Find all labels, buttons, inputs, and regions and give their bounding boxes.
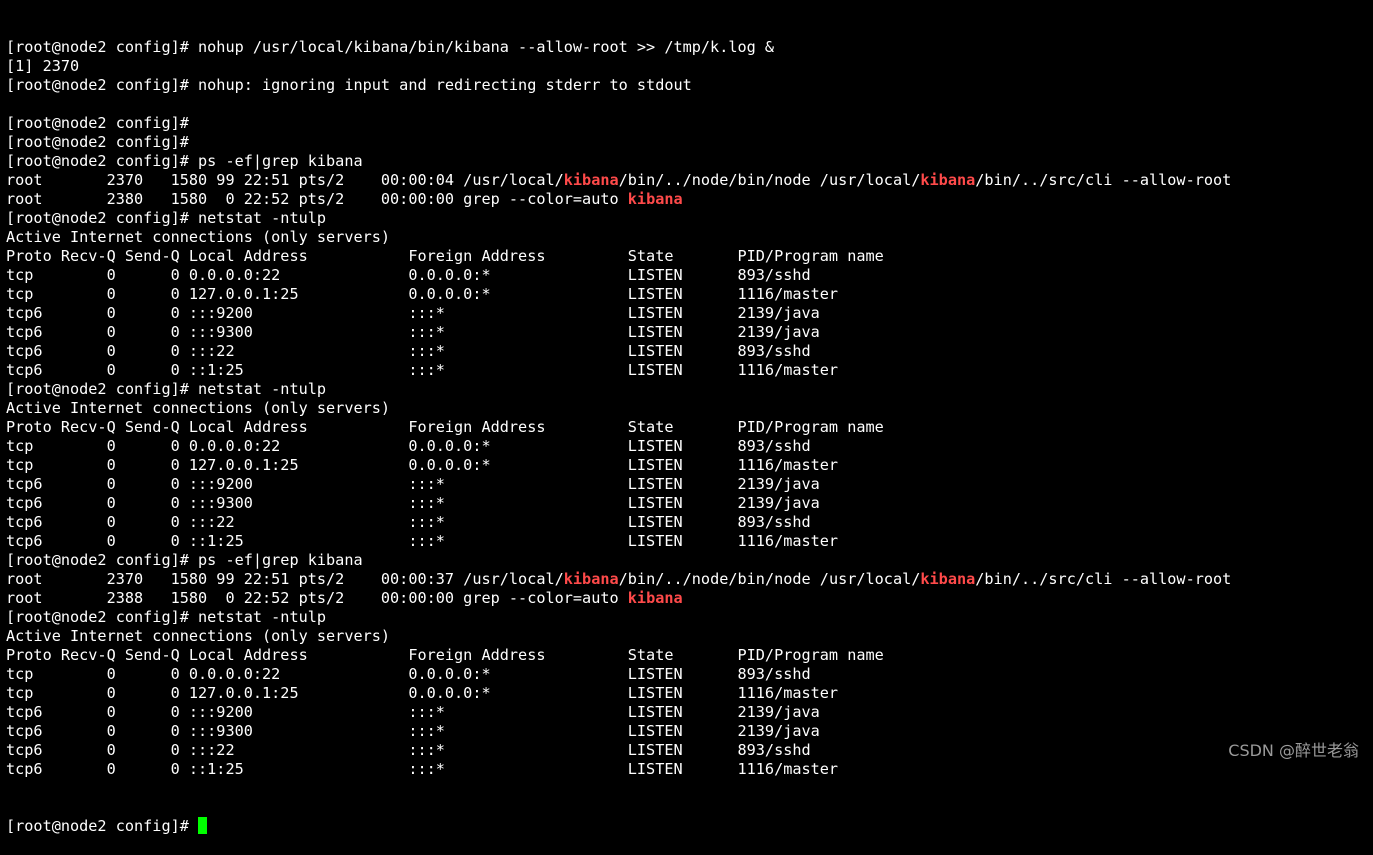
terminal-text: Proto Recv-Q Send-Q Local Address Foreig… [6,247,884,265]
terminal-text: tcp6 0 0 :::9300 :::* LISTEN 2139/java [6,494,820,512]
terminal-line: tcp6 0 0 ::1:25 :::* LISTEN 1116/master [6,532,1373,551]
terminal-line: [root@node2 config]# netstat -ntulp [6,608,1373,627]
terminal-text: Active Internet connections (only server… [6,627,391,645]
terminal-text: tcp6 0 0 :::9200 :::* LISTEN 2139/java [6,703,820,721]
terminal-text: Proto Recv-Q Send-Q Local Address Foreig… [6,418,884,436]
terminal-line: Active Internet connections (only server… [6,228,1373,247]
terminal-line: tcp 0 0 0.0.0.0:22 0.0.0.0:* LISTEN 893/… [6,665,1373,684]
terminal-text: Proto Recv-Q Send-Q Local Address Foreig… [6,646,884,664]
terminal-line: [root@node2 config]# netstat -ntulp [6,209,1373,228]
terminal-line: Active Internet connections (only server… [6,627,1373,646]
terminal-text: /bin/../node/bin/node /usr/local/ [618,570,921,588]
terminal-text: tcp6 0 0 :::22 :::* LISTEN 893/sshd [6,342,811,360]
terminal-line: tcp6 0 0 :::9300 :::* LISTEN 2139/java [6,494,1373,513]
terminal-line: tcp 0 0 127.0.0.1:25 0.0.0.0:* LISTEN 11… [6,285,1373,304]
terminal-line: tcp 0 0 127.0.0.1:25 0.0.0.0:* LISTEN 11… [6,684,1373,703]
terminal-text: tcp6 0 0 :::22 :::* LISTEN 893/sshd [6,741,811,759]
terminal-line: tcp6 0 0 :::22 :::* LISTEN 893/sshd [6,342,1373,361]
terminal-text: [root@node2 config]# [6,133,189,151]
terminal-text: tcp6 0 0 :::9200 :::* LISTEN 2139/java [6,304,820,322]
terminal-line: tcp 0 0 127.0.0.1:25 0.0.0.0:* LISTEN 11… [6,456,1373,475]
terminal-text: [root@node2 config]# netstat -ntulp [6,380,327,398]
terminal-text: Active Internet connections (only server… [6,399,391,417]
terminal-text: root 2388 1580 0 22:52 pts/2 00:00:00 gr… [6,589,628,607]
terminal-line: [1] 2370 [6,57,1373,76]
terminal-line: tcp6 0 0 :::9200 :::* LISTEN 2139/java [6,304,1373,323]
terminal-line: tcp6 0 0 :::9200 :::* LISTEN 2139/java [6,475,1373,494]
terminal-line: root 2370 1580 99 22:51 pts/2 00:00:04 /… [6,171,1373,190]
terminal-text: [root@node2 config]# ps -ef|grep kibana [6,152,363,170]
terminal-text: /bin/../node/bin/node /usr/local/ [618,171,921,189]
terminal-line: tcp6 0 0 :::22 :::* LISTEN 893/sshd [6,513,1373,532]
terminal-text: [root@node2 config]# netstat -ntulp [6,608,327,626]
terminal-line: root 2388 1580 0 22:52 pts/2 00:00:00 gr… [6,589,1373,608]
terminal-prompt: [root@node2 config]# [6,817,199,835]
terminal-text: tcp6 0 0 ::1:25 :::* LISTEN 1116/master [6,532,839,550]
terminal-line: tcp6 0 0 :::9300 :::* LISTEN 2139/java [6,323,1373,342]
terminal-text: tcp 0 0 0.0.0.0:22 0.0.0.0:* LISTEN 893/… [6,437,811,455]
terminal-text: tcp 0 0 127.0.0.1:25 0.0.0.0:* LISTEN 11… [6,456,839,474]
terminal-line: [root@node2 config]# netstat -ntulp [6,380,1373,399]
terminal-line: tcp 0 0 0.0.0.0:22 0.0.0.0:* LISTEN 893/… [6,437,1373,456]
terminal-text: [root@node2 config]# [6,114,189,132]
terminal-line: Proto Recv-Q Send-Q Local Address Foreig… [6,247,1373,266]
terminal-text: tcp6 0 0 :::22 :::* LISTEN 893/sshd [6,513,811,531]
terminal-cursor[interactable] [198,817,208,834]
terminal-text: root 2370 1580 99 22:51 pts/2 00:00:04 /… [6,171,564,189]
terminal-line: Proto Recv-Q Send-Q Local Address Foreig… [6,646,1373,665]
terminal-window[interactable]: [root@node2 config]# nohup /usr/local/ki… [6,0,1373,835]
terminal-line: root 2380 1580 0 22:52 pts/2 00:00:00 gr… [6,190,1373,209]
terminal-text: tcp6 0 0 :::9200 :::* LISTEN 2139/java [6,475,820,493]
terminal-text: root 2380 1580 0 22:52 pts/2 00:00:00 gr… [6,190,628,208]
terminal-text: [root@node2 config]# nohup /usr/local/ki… [6,38,775,56]
terminal-line: tcp6 0 0 ::1:25 :::* LISTEN 1116/master [6,760,1373,779]
terminal-line: Active Internet connections (only server… [6,399,1373,418]
terminal-text: tcp 0 0 127.0.0.1:25 0.0.0.0:* LISTEN 11… [6,285,839,303]
terminal-line: [root@node2 config]# nohup: ignoring inp… [6,76,1373,95]
highlighted-match: kibana [563,171,619,189]
terminal-text: tcp 0 0 127.0.0.1:25 0.0.0.0:* LISTEN 11… [6,684,839,702]
terminal-prompt-line[interactable]: [root@node2 config]# [6,817,1373,836]
terminal-text: tcp6 0 0 ::1:25 :::* LISTEN 1116/master [6,760,839,778]
terminal-output: [root@node2 config]# nohup /usr/local/ki… [6,38,1373,779]
terminal-text: tcp 0 0 0.0.0.0:22 0.0.0.0:* LISTEN 893/… [6,665,811,683]
terminal-text: [root@node2 config]# netstat -ntulp [6,209,327,227]
terminal-line: [root@node2 config]# [6,114,1373,133]
highlighted-match: kibana [627,589,683,607]
terminal-line: root 2370 1580 99 22:51 pts/2 00:00:37 /… [6,570,1373,589]
terminal-text: tcp6 0 0 :::9300 :::* LISTEN 2139/java [6,323,820,341]
terminal-line: tcp6 0 0 :::9300 :::* LISTEN 2139/java [6,722,1373,741]
watermark: CSDN @醉世老翁 [1228,741,1359,760]
terminal-text: tcp 0 0 0.0.0.0:22 0.0.0.0:* LISTEN 893/… [6,266,811,284]
highlighted-match: kibana [563,570,619,588]
terminal-line: [root@node2 config]# nohup /usr/local/ki… [6,38,1373,57]
highlighted-match: kibana [920,570,976,588]
terminal-line: [root@node2 config]# [6,133,1373,152]
terminal-line: tcp6 0 0 :::9200 :::* LISTEN 2139/java [6,703,1373,722]
terminal-line: [root@node2 config]# ps -ef|grep kibana [6,551,1373,570]
terminal-text: [1] 2370 [6,57,80,75]
terminal-line: tcp 0 0 0.0.0.0:22 0.0.0.0:* LISTEN 893/… [6,266,1373,285]
terminal-line: [root@node2 config]# ps -ef|grep kibana [6,152,1373,171]
highlighted-match: kibana [627,190,683,208]
highlighted-match: kibana [920,171,976,189]
terminal-text: [root@node2 config]# ps -ef|grep kibana [6,551,363,569]
terminal-text: /bin/../src/cli --allow-root [975,171,1232,189]
terminal-text: [root@node2 config]# nohup: ignoring inp… [6,76,692,94]
terminal-line: tcp6 0 0 ::1:25 :::* LISTEN 1116/master [6,361,1373,380]
terminal-text: Active Internet connections (only server… [6,228,391,246]
terminal-text: tcp6 0 0 ::1:25 :::* LISTEN 1116/master [6,361,839,379]
terminal-text: root 2370 1580 99 22:51 pts/2 00:00:37 /… [6,570,564,588]
terminal-line: Proto Recv-Q Send-Q Local Address Foreig… [6,418,1373,437]
terminal-line: tcp6 0 0 :::22 :::* LISTEN 893/sshd [6,741,1373,760]
terminal-text: /bin/../src/cli --allow-root [975,570,1232,588]
terminal-text: tcp6 0 0 :::9300 :::* LISTEN 2139/java [6,722,820,740]
